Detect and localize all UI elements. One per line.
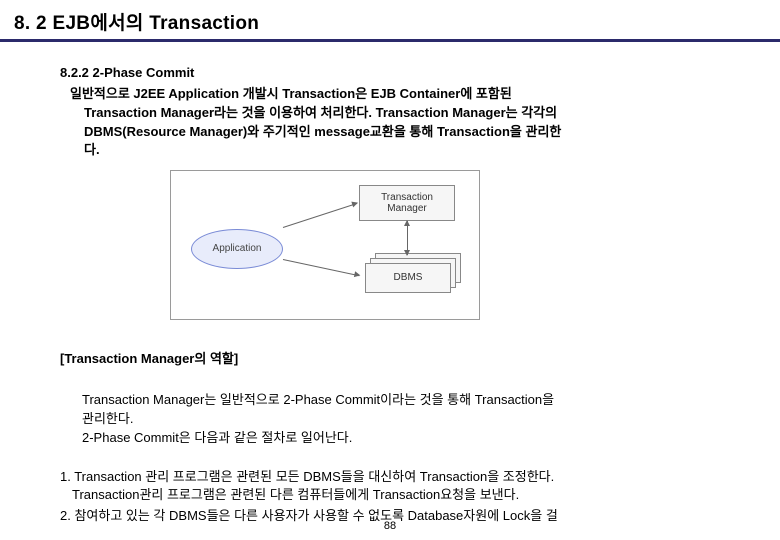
architecture-diagram: Application Transaction Manager DBMS: [170, 170, 480, 320]
arrow-app-to-dbms: [283, 259, 360, 276]
page-title: 8. 2 EJB에서의 Transaction: [14, 8, 766, 35]
list-item-1a: 1. Transaction 관리 프로그램은 관련된 모든 DBMS들을 대신…: [60, 469, 554, 484]
arrow-tm-to-dbms: [407, 221, 408, 255]
para1-line3: DBMS(Resource Manager)와 주기적인 message교환을 …: [70, 123, 720, 142]
intro-paragraph: 일반적으로 J2EE Application 개발시 Transaction은 …: [60, 85, 780, 160]
list-item-1b: Transaction관리 프로그램은 관련된 다른 컴퓨터들에게 Transa…: [60, 486, 740, 505]
tm-label: Transaction Manager: [381, 192, 433, 214]
para1-line4: 다.: [70, 141, 720, 160]
arrow-app-to-tm: [283, 203, 357, 228]
content-area: 8.2.2 2-Phase Commit 일반적으로 J2EE Applicat…: [0, 42, 780, 526]
para2-line3: 2-Phase Commit은 다음과 같은 절차로 일어난다.: [82, 430, 352, 445]
para2-line2: 관리한다.: [82, 411, 133, 426]
application-node: Application: [191, 229, 283, 269]
sub-heading: 8.2.2 2-Phase Commit: [60, 64, 780, 83]
para2-line1: Transaction Manager는 일반적으로 2-Phase Commi…: [82, 392, 554, 407]
diagram-caption: [Transaction Manager의 역할]: [60, 350, 780, 369]
transaction-manager-node: Transaction Manager: [359, 185, 455, 221]
para1-line2: Transaction Manager라는 것을 이용하여 처리한다. Tran…: [70, 104, 720, 123]
procedure-list: 1. Transaction 관리 프로그램은 관련된 모든 DBMS들을 대신…: [60, 468, 780, 527]
section-header: 8. 2 EJB에서의 Transaction: [0, 0, 780, 42]
dbms-node-front: DBMS: [365, 263, 451, 293]
explanation-paragraph: Transaction Manager는 일반적으로 2-Phase Commi…: [60, 391, 780, 448]
diagram-container: Application Transaction Manager DBMS: [170, 170, 780, 320]
para1-line1: 일반적으로 J2EE Application 개발시 Transaction은 …: [70, 86, 512, 101]
page-number: 88: [0, 520, 780, 532]
